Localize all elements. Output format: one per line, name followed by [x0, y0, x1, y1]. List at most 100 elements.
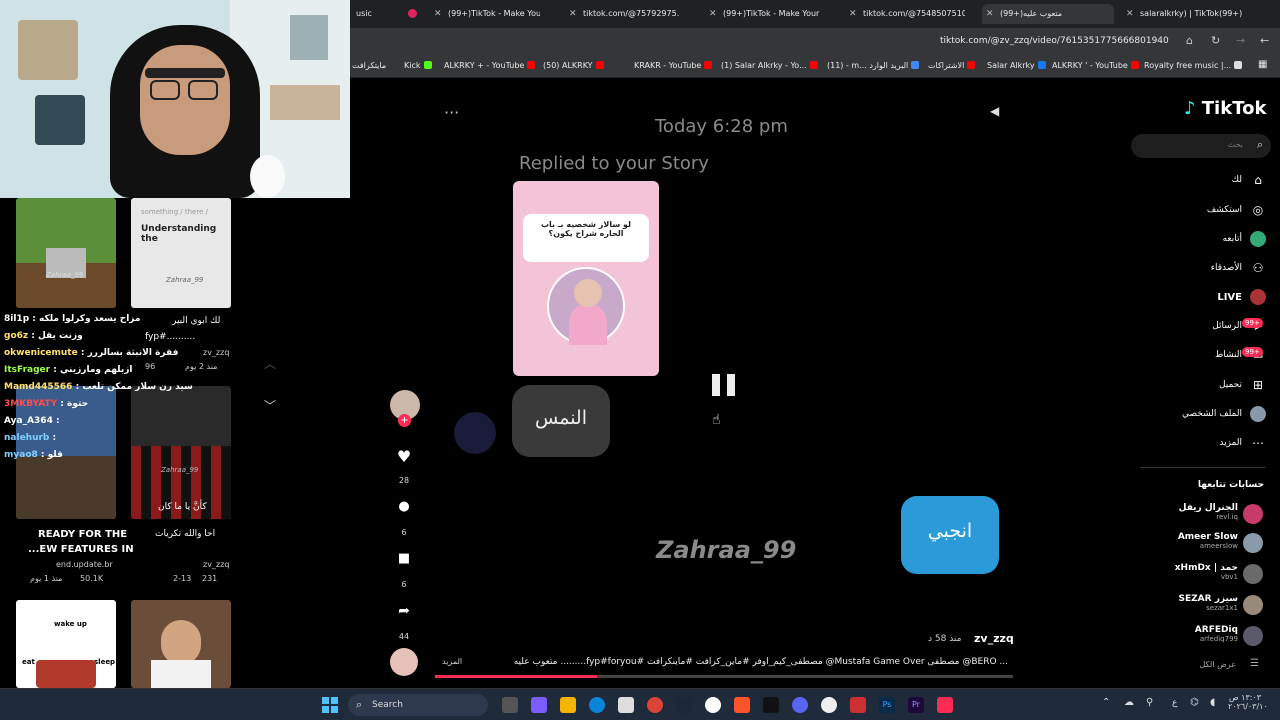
account-avatar[interactable] — [1243, 564, 1263, 584]
bookmark-icon[interactable]: ■ — [392, 551, 416, 566]
video-thumbnail[interactable]: Zahraa_99 — [131, 386, 231, 519]
account-avatar[interactable] — [1243, 595, 1263, 615]
browser-tab[interactable]: ✕ (99+)TikTok - Make Your — [705, 4, 820, 24]
obs-icon[interactable] — [705, 697, 721, 713]
video-author[interactable]: zv_zzq — [974, 632, 1014, 645]
following-account[interactable]: Ameer Slow ameerslow — [1178, 532, 1238, 550]
edge-icon[interactable] — [589, 697, 605, 713]
browser-tab[interactable]: ✕ tiktok.com/@7548507510 — [845, 4, 965, 24]
bookmark[interactable]: KRAKR - YouTube — [634, 61, 713, 70]
following-account[interactable]: ARFEDiq arfediq799 — [1195, 625, 1238, 643]
discord-icon[interactable] — [792, 697, 808, 713]
search-input[interactable]: بحث ⌕ — [1131, 134, 1271, 158]
tiktok-logo[interactable]: ♪ TikTok — [1184, 98, 1266, 119]
file-explorer-icon[interactable] — [560, 697, 576, 713]
bookmark[interactable]: الاشتراكات — [928, 61, 976, 70]
following-account[interactable]: الجنرال ريفل revl.iq — [1179, 503, 1238, 521]
account-avatar[interactable] — [1243, 626, 1263, 646]
nav-profile[interactable]: الملف الشخصي — [1182, 406, 1266, 422]
microphone-icon[interactable]: ⚲ — [1146, 697, 1153, 708]
all-bookmarks-icon[interactable]: ▦ — [1258, 59, 1267, 70]
photoshop-icon[interactable]: Ps — [879, 697, 895, 713]
bookmark[interactable]: Royalty free music |... — [1144, 61, 1243, 70]
comment-icon[interactable]: ● — [392, 499, 416, 514]
nav-explore[interactable]: استكشف ◎ — [1207, 202, 1266, 218]
windows-start-icon[interactable] — [322, 697, 338, 713]
nav-upload[interactable]: تحميل ⊞ — [1219, 377, 1266, 393]
video-caption[interactable]: ...EW FEATURES IN — [28, 544, 134, 555]
bookmark[interactable]: (50) ALKRKY — [543, 61, 604, 70]
nav-more[interactable]: المزيد ⋯ — [1219, 435, 1266, 451]
video-thumbnail[interactable]: Zahraa_99 — [16, 198, 116, 308]
bookmark[interactable]: ALKRKY ' - YouTube — [1052, 61, 1139, 70]
video-thumbnail[interactable] — [131, 600, 231, 688]
brave-icon[interactable] — [734, 697, 750, 713]
bookmark[interactable]: Kick — [404, 61, 432, 70]
account-avatar[interactable] — [1243, 504, 1263, 524]
follow-plus-icon[interactable]: + — [398, 414, 411, 427]
bookmark[interactable]: مايتكرافت — [352, 61, 386, 70]
heart-icon[interactable]: ♥ — [392, 447, 416, 466]
bookmark[interactable]: (1) Salar Alkrky - Yo... — [721, 61, 818, 70]
capcut-icon[interactable] — [763, 697, 779, 713]
author-name[interactable]: zv_zzq — [203, 348, 229, 357]
chevron-up-icon[interactable]: ⌃ — [1102, 697, 1110, 708]
chevron-down-icon[interactable]: ﹀ — [264, 397, 276, 414]
browser-tab[interactable]: ✕ (99+)TikTok - Make Your — [430, 4, 540, 24]
language-indicator[interactable]: ع — [1172, 698, 1177, 708]
browser-tab[interactable]: ✕ tiktok.com/@75792975... — [565, 4, 680, 24]
speaker-icon[interactable]: ◖ — [1210, 697, 1215, 708]
author-name[interactable]: zv_zzq — [203, 560, 229, 569]
see-all-link[interactable]: عرض الكل — [1199, 660, 1236, 669]
video-thumbnail[interactable]: wake up sleep eat — [16, 600, 116, 688]
store-icon[interactable] — [618, 697, 634, 713]
nav-friends[interactable]: الأصدقاء ⚇ — [1211, 260, 1266, 276]
pause-icon[interactable] — [727, 374, 735, 396]
video-thumbnail[interactable]: something / there / Understanding the Za… — [131, 198, 231, 308]
bookmark[interactable]: (11) - m... البريد الوارد — [827, 61, 920, 70]
steam-icon[interactable] — [676, 697, 692, 713]
video-caption[interactable]: fyp#.......... — [145, 332, 195, 342]
bookmark[interactable]: ALKRKY + - YouTube — [444, 61, 536, 70]
chevron-up-icon[interactable]: ︿ — [264, 355, 276, 372]
bookmark[interactable]: Salar Alkrky — [987, 61, 1046, 70]
volume-icon[interactable]: ◀ — [990, 104, 999, 118]
nav-following[interactable]: أتابعه — [1223, 231, 1266, 247]
home-icon[interactable]: ⌂ — [1186, 34, 1193, 47]
nav-live[interactable]: LIVE — [1217, 289, 1266, 305]
cloud-icon[interactable]: ☁ — [1124, 697, 1134, 708]
tiktok-icon[interactable] — [937, 697, 953, 713]
back-icon[interactable]: ← — [1260, 34, 1269, 47]
nav-for-you[interactable]: لك ⌂ — [1232, 172, 1266, 188]
reload-icon[interactable]: ↻ — [1211, 34, 1220, 47]
more-options-icon[interactable]: ··· — [444, 103, 459, 122]
progress-bar[interactable] — [435, 675, 1013, 678]
clock[interactable]: ١٣:٠٣ ص ٢٠٢٦/٠٣/١٠ — [1228, 693, 1268, 711]
sound-disc[interactable] — [390, 648, 418, 676]
forward-icon[interactable]: → — [1236, 34, 1245, 47]
following-account[interactable]: xHmDx | حمد vbv1 — [1175, 563, 1238, 581]
browser-tab-active[interactable]: ✕ (99+)متعوب عليه — [982, 4, 1114, 24]
author-name[interactable]: end.update.br — [56, 560, 113, 569]
premiere-icon[interactable]: Pr — [908, 697, 924, 713]
share-icon[interactable]: ➦ — [392, 603, 416, 619]
video-caption[interactable]: READY FOR THE — [38, 529, 127, 540]
thumbnail-caption: كأنَّ يا ما كان — [158, 502, 207, 512]
more-link[interactable]: المزيد — [442, 657, 462, 666]
snipping-tool-icon[interactable] — [850, 697, 866, 713]
following-account[interactable]: SEZAR سيزر sezar1x1 — [1179, 594, 1239, 612]
taskbar-search[interactable]: ⌕ Search — [348, 694, 488, 716]
network-icon[interactable]: ⌬ — [1190, 697, 1199, 708]
task-view-icon[interactable] — [502, 697, 518, 713]
story-preview[interactable]: لو سالار شخصيه بـ باب الحاره شراح يكون؟ — [513, 181, 659, 376]
video-caption[interactable]: احا والله تكريات — [155, 529, 215, 539]
browser-tab[interactable]: usic — [350, 4, 400, 24]
copilot-icon[interactable] — [531, 697, 547, 713]
video-caption[interactable]: لك ابوي البير — [172, 316, 220, 326]
settings-icon[interactable] — [821, 697, 837, 713]
pause-icon[interactable] — [712, 374, 720, 396]
chrome-icon[interactable] — [647, 697, 663, 713]
browser-tab[interactable]: ✕ salaralkrky) | TikTok(99+) — [1122, 4, 1250, 24]
url-field[interactable]: tiktok.com/@zv_zzq/video/761535177566680… — [940, 36, 1169, 46]
account-avatar[interactable] — [1243, 533, 1263, 553]
